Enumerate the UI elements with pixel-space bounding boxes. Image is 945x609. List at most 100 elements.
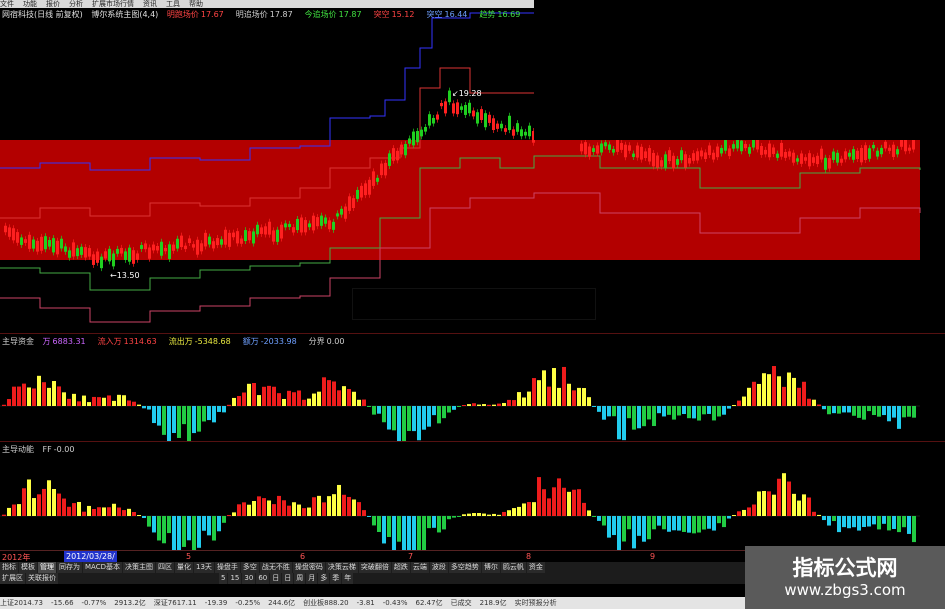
period-button[interactable]: 多 [318,573,330,584]
histogram-bar [177,406,181,438]
histogram-bar [662,516,666,530]
main-chart-panel[interactable]: ↙19.28 ←13.50 网宿科技(日线 前复权) 博尔系统主图(4,4) 明跑… [0,8,945,330]
candlestick [704,152,707,160]
histogram-bar [452,516,456,518]
histogram-bar [667,516,671,532]
histogram-bar [607,406,611,417]
indicator-number: -5348.68 [194,337,231,346]
indicator-tab[interactable]: MACD基本 [83,562,122,573]
histogram-bar [267,500,271,516]
histogram-bar [562,487,566,516]
period-button[interactable]: 60 [256,573,270,584]
menu-item[interactable]: 分析 [69,0,83,8]
watermark-logo: 指标公式网 www.zbgs3.com [745,546,945,609]
candlestick [624,144,627,158]
period-button[interactable]: 15 [228,573,242,584]
indicator-tab[interactable]: 操盘密码 [292,562,325,573]
indicator-tab[interactable]: 超跌 [391,562,410,573]
menu-item[interactable]: 帮助 [189,0,203,8]
histogram-bar [827,406,831,415]
fund-histogram-svg[interactable] [0,334,945,442]
indicator-tab[interactable]: 资金 [526,562,545,573]
histogram-bar [272,504,276,516]
histogram-bar [537,380,541,406]
indicator-tab[interactable]: 指标 [0,562,18,573]
indicator-number: 17.87 [338,10,362,19]
indicator-tab[interactable]: 突破翻倍 [358,562,391,573]
menu-item[interactable]: 资讯 [143,0,157,8]
menu-item[interactable]: 工具 [166,0,180,8]
period-button[interactable]: 年 [342,573,354,584]
period-button[interactable]: 30 [242,573,256,584]
menu-item[interactable]: 扩展市场行情 [92,0,134,8]
candlestick [288,223,291,228]
period-button[interactable]: 5 [219,573,228,584]
histogram-bar [662,406,666,417]
menu-item[interactable]: 功能 [23,0,37,8]
candlestick [896,149,899,155]
period-button[interactable]: 日 [270,573,282,584]
energy-indicator-panel[interactable]: 主导动能 FF -0.00 [0,441,945,550]
candlestick [516,123,519,132]
histogram-bar [772,366,776,406]
period-button[interactable]: 月 [306,573,318,584]
indicator-tab[interactable]: 四区 [155,562,174,573]
indicator-tab[interactable]: 战无不胜 [259,562,292,573]
indicator-tab[interactable]: 多空 [240,562,259,573]
indicator-number: 1314.63 [123,337,157,346]
histogram-bar [902,406,906,418]
histogram-bar [252,501,256,516]
histogram-bar [417,406,421,441]
indicator-tab[interactable]: 量化 [174,562,193,573]
histogram-bar [207,406,211,421]
period-button[interactable]: 日 [282,573,294,584]
month-label: 8 [526,552,532,561]
indicator-tab[interactable]: 操盘手 [214,562,240,573]
candlestick [88,248,91,257]
period-button[interactable]: 季 [330,573,342,584]
candlestick [72,242,75,257]
histogram-bar [182,406,186,425]
indicator-tab[interactable]: 博尔 [481,562,500,573]
histogram-bar [247,383,251,406]
indicator-tab[interactable]: 决策云梯 [325,562,358,573]
energy-histogram-svg[interactable] [0,442,945,550]
indicator-tab[interactable]: 鸥云帆 [500,562,526,573]
histogram-bar [912,516,916,543]
histogram-bar [242,502,246,516]
indicator-tab[interactable]: 波段 [429,562,448,573]
histogram-bar [162,406,166,435]
indicator-tab[interactable]: 13天 [193,562,214,573]
histogram-bar [672,516,676,531]
right-black-area [534,8,945,140]
histogram-bar [682,406,686,415]
indicator-tab[interactable]: 云端 [410,562,429,573]
histogram-bar [882,516,886,524]
indicator-tab[interactable]: 模板 [19,562,37,573]
candlestick [696,151,699,161]
histogram-bar [117,507,121,516]
extension-tab[interactable]: 关联报价 [26,573,58,584]
menu-item[interactable]: 文件 [0,0,14,8]
indicator-tab[interactable]: 管理 [38,562,56,573]
histogram-bar [842,406,846,413]
period-button[interactable]: 周 [294,573,306,584]
histogram-bar [447,406,451,413]
histogram-bar [322,377,326,406]
candlestick [356,189,359,199]
histogram-bar [132,512,136,516]
histogram-bar [832,406,836,414]
candlestick [776,153,779,158]
candlestick [376,177,379,182]
histogram-bar [467,513,471,516]
histogram-bar [457,406,461,407]
indicator-tab[interactable]: 同存为 [57,562,82,573]
indicator-tab[interactable]: 决策主图 [122,562,155,573]
histogram-bar [147,516,151,527]
indicator-tab[interactable]: 多空趋势 [448,562,481,573]
candlestick [212,241,215,249]
fund-indicator-panel[interactable]: 主导资金 万 6883.31 流入万 1314.63 流出万 -5348.68 额万 -203… [0,333,945,442]
menu-item[interactable]: 报价 [46,0,60,8]
extension-tab[interactable]: 扩展区 [0,573,25,584]
indicator-label: 突空 [373,10,390,19]
